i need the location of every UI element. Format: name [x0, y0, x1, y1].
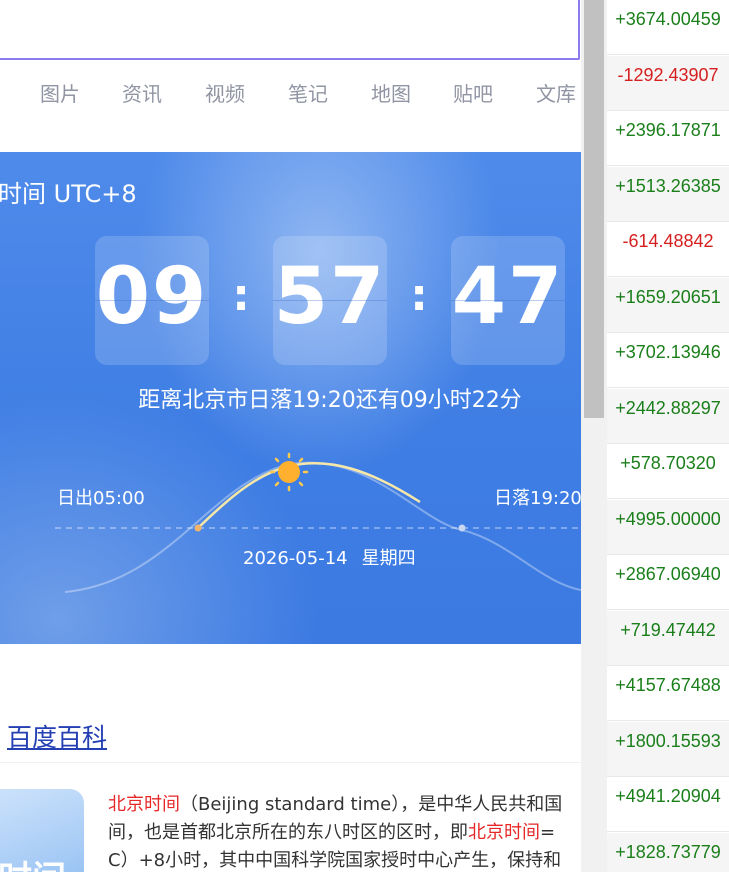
- desc-highlight: 北京时间: [468, 822, 540, 843]
- tab-notes[interactable]: 笔记: [288, 78, 328, 107]
- tab-tieba[interactable]: 贴吧: [453, 78, 493, 107]
- weekday-value: 星期四: [361, 548, 416, 569]
- card-title: 时间 UTC+8: [0, 180, 137, 208]
- desc-text: （Beijing standard time），是中华人民共和国: [180, 794, 563, 815]
- desc-highlight: 北京时间: [108, 794, 180, 815]
- value-row: +1659.20651: [607, 277, 729, 333]
- sunrise-label: 日出05:00: [57, 488, 145, 509]
- flip-line: [451, 300, 565, 301]
- date-value: 2026-05-14: [243, 548, 348, 569]
- value-row: +1800.15593: [607, 721, 729, 777]
- value-list: +3674.00459 -1292.43907 +2396.17871 +1513.2…: [607, 0, 729, 872]
- flip-line: [95, 300, 209, 301]
- search-results-page: 图片 资讯 视频 笔记 地图 贴吧 文库 时间 UTC+8 09 : 57 : …: [0, 0, 581, 872]
- sunrise-dot: [194, 524, 202, 532]
- value-row: +719.47442: [607, 610, 729, 666]
- time-separator: :: [410, 270, 428, 321]
- desc-text: =: [540, 822, 556, 843]
- minutes-value: 57: [273, 252, 387, 342]
- desc-text: 间，也是首都北京所在的东八时区的区时，即: [108, 822, 468, 843]
- tab-videos[interactable]: 视频: [205, 78, 245, 107]
- desc-line-3: C）+8小时，其中中国科学院国家授时中心产生，保持和: [108, 850, 562, 871]
- value-row: +3702.13946: [607, 333, 729, 388]
- seconds-value: 47: [451, 252, 565, 342]
- vertical-scrollbar[interactable]: [581, 0, 607, 872]
- value-row: +1828.73779: [607, 832, 729, 872]
- value-row: -1292.43907: [607, 55, 729, 111]
- value-row: +4941.20904: [607, 777, 729, 832]
- value-row: +2867.06940: [607, 555, 729, 610]
- tab-news[interactable]: 资讯: [122, 78, 162, 107]
- value-row: +4995.00000: [607, 499, 729, 555]
- tab-images[interactable]: 图片: [40, 78, 80, 107]
- search-category-tabs: 图片 资讯 视频 笔记 地图 贴吧 文库: [0, 78, 581, 114]
- time-separator: :: [232, 270, 250, 321]
- date-line: 2026-05-14 星期四: [243, 544, 416, 570]
- value-row: -614.48842: [607, 222, 729, 277]
- tab-wenku[interactable]: 文库: [536, 78, 576, 107]
- thumbnail-text: 时间: [0, 851, 66, 872]
- desc-line-2: 间，也是首都北京所在的东八时区的区时，即北京时间=: [108, 819, 581, 847]
- sun-icon: [269, 452, 309, 492]
- value-row: +2442.88297: [607, 388, 729, 444]
- sun-path-arc: [55, 452, 581, 593]
- search-box[interactable]: [0, 0, 580, 60]
- hours-value: 09: [95, 252, 209, 342]
- seconds-box: 47: [451, 236, 565, 365]
- baike-thumbnail[interactable]: 时间: [0, 789, 84, 872]
- baike-description: 北京时间（Beijing standard time），是中华人民共和国 间，也…: [108, 791, 581, 872]
- minutes-box: 57: [273, 236, 387, 365]
- beijing-time-card: 时间 UTC+8 09 : 57 : 47 距离北京市日落19:20还有09小时…: [0, 152, 581, 644]
- sunset-dot: [458, 524, 466, 532]
- divider: [0, 762, 581, 763]
- hours-box: 09: [95, 236, 209, 365]
- scrollbar-thumb[interactable]: [584, 0, 604, 418]
- value-row: +1513.26385: [607, 166, 729, 222]
- value-row: +3674.00459: [607, 0, 729, 55]
- value-row: +2396.17871: [607, 111, 729, 166]
- baike-title-link[interactable]: 百度百科: [7, 718, 107, 754]
- value-row: +578.70320: [607, 444, 729, 499]
- flip-line: [273, 300, 387, 301]
- daylight-curve: [197, 462, 421, 529]
- sunset-countdown: 距离北京市日落19:20还有09小时22分: [138, 388, 522, 413]
- value-row: +4157.67488: [607, 666, 729, 721]
- sunset-label: 日落19:20: [494, 488, 581, 509]
- desc-line-1: 北京时间（Beijing standard time），是中华人民共和国: [108, 791, 581, 819]
- tab-maps[interactable]: 地图: [371, 78, 411, 107]
